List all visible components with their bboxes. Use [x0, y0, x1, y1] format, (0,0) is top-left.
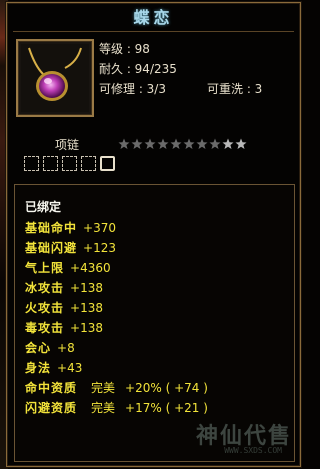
star-empty-icon [222, 138, 234, 149]
attribute-row: 身法 +43 [25, 360, 82, 376]
title-divider [13, 31, 294, 32]
repairable-text: 可修理 : 3/3 [99, 82, 166, 96]
quality-name: 命中资质 [25, 381, 78, 395]
quality-row: 命中资质 完美 +20% ( +74 ) [25, 380, 208, 396]
star-filled-icon [183, 138, 195, 149]
star-filled-icon [118, 138, 130, 149]
watermark-url: WWW.SXDS.COM [224, 446, 282, 455]
attribute-row: 火攻击 +138 [25, 300, 103, 316]
item-tooltip: 蝶恋 等级 : 98 耐久 : 94/235 可修理 : 3/3 可重洗 : 3… [6, 2, 301, 467]
star-filled-icon [170, 138, 182, 149]
star-filled-icon [144, 138, 156, 149]
attribute-row: 冰攻击 +138 [25, 280, 103, 296]
attribute-value: +4360 [70, 261, 111, 275]
attribute-name: 基础命中 [25, 221, 78, 235]
attribute-row: 会心 +8 [25, 340, 75, 356]
gem-slot [43, 156, 58, 171]
gem-slot [100, 156, 115, 171]
necklace-icon [21, 44, 89, 112]
gem-slot [81, 156, 96, 171]
quality-value: +17% ( +21 ) [125, 401, 208, 415]
attribute-name: 冰攻击 [25, 281, 65, 295]
quality-row: 闪避资质 完美 +17% ( +21 ) [25, 400, 208, 416]
gem-slot [62, 156, 77, 171]
durability-text: 耐久 : 94/235 [99, 62, 177, 76]
attribute-value: +123 [83, 241, 116, 255]
star-filled-icon [196, 138, 208, 149]
attribute-row: 毒攻击 +138 [25, 320, 103, 336]
item-type-label: 项链 [55, 138, 80, 152]
attribute-name: 火攻击 [25, 301, 65, 315]
watermark: 神仙代售 WWW.SXDS.COM [174, 418, 294, 458]
quality-name: 闪避资质 [25, 401, 78, 415]
attribute-row: 基础闪避 +123 [25, 240, 116, 256]
star-filled-icon [157, 138, 169, 149]
attribute-name: 基础闪避 [25, 241, 78, 255]
star-filled-icon [131, 138, 143, 149]
rewashable-text: 可重洗 : 3 [207, 82, 263, 96]
attribute-name: 毒攻击 [25, 321, 65, 335]
attribute-value: +138 [70, 301, 103, 315]
attribute-value: +138 [70, 321, 103, 335]
attribute-name: 会心 [25, 341, 52, 355]
attribute-row: 基础命中 +370 [25, 220, 116, 236]
gem-slot [24, 156, 39, 171]
attribute-value: +8 [57, 341, 75, 355]
attribute-name: 身法 [25, 361, 52, 375]
attribute-name: 气上限 [25, 261, 65, 275]
star-filled-icon [209, 138, 221, 149]
attribute-value: +138 [70, 281, 103, 295]
star-empty-icon [235, 138, 247, 149]
quality-grade: 完美 [91, 381, 116, 395]
quality-grade: 完美 [91, 401, 116, 415]
item-name: 蝶恋 [133, 8, 174, 27]
attribute-value: +43 [57, 361, 83, 375]
item-icon-frame [16, 39, 94, 117]
level-text: 等级 : 98 [99, 42, 150, 56]
attribute-row: 气上限 +4360 [25, 260, 111, 276]
attribute-value: +370 [83, 221, 116, 235]
bound-status: 已绑定 [25, 200, 62, 214]
quality-value: +20% ( +74 ) [125, 381, 208, 395]
